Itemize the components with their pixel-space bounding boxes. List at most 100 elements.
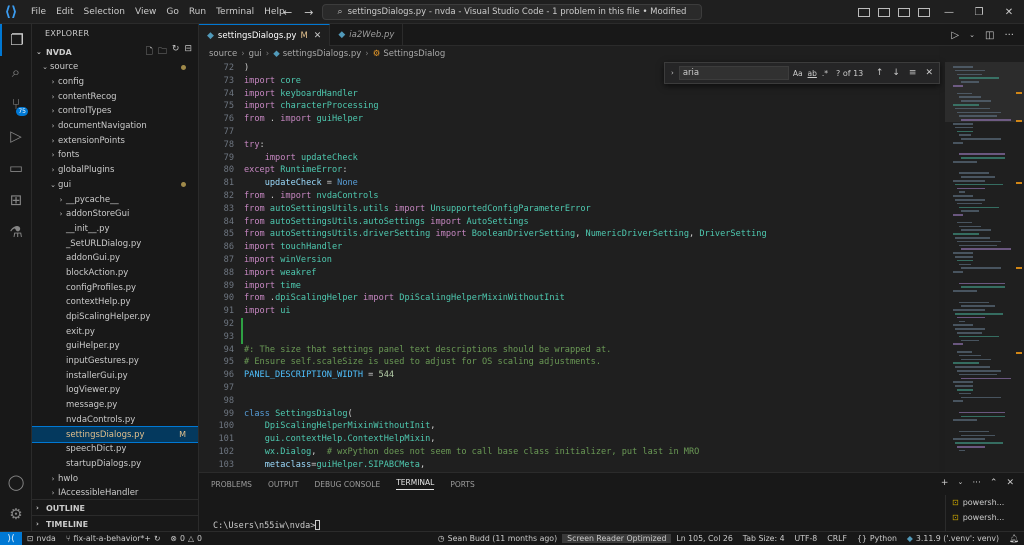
tree-item[interactable]: exit.py bbox=[32, 324, 198, 339]
status-blame[interactable]: ◷ Sean Budd (11 months ago) bbox=[433, 534, 562, 543]
run-debug-icon[interactable]: ▷ bbox=[0, 120, 32, 152]
maximize-panel-icon[interactable]: ⌃ bbox=[990, 478, 998, 488]
status-eol[interactable]: CRLF bbox=[822, 534, 852, 543]
refresh-icon[interactable]: ↻ bbox=[172, 44, 180, 60]
extensions-icon[interactable]: ⊞ bbox=[0, 184, 32, 216]
menu-terminal[interactable]: Terminal bbox=[211, 0, 259, 24]
tab-ports[interactable]: PORTS bbox=[450, 480, 474, 489]
tree-item[interactable]: › globalPlugins bbox=[32, 163, 198, 178]
collapse-all-icon[interactable]: ⊟ bbox=[184, 44, 192, 60]
more-actions-icon[interactable]: ··· bbox=[972, 478, 981, 488]
editor-scrollbar[interactable] bbox=[1016, 62, 1024, 472]
find-in-selection-icon[interactable]: ≡ bbox=[909, 68, 917, 78]
timeline-section[interactable]: › TIMELINE bbox=[32, 516, 198, 531]
toggle-replace-icon[interactable]: › bbox=[671, 69, 674, 77]
tab-output[interactable]: OUTPUT bbox=[268, 480, 299, 489]
tree-item[interactable]: › controlTypes bbox=[32, 104, 198, 119]
menu-view[interactable]: View bbox=[130, 0, 161, 24]
breadcrumb-gui[interactable]: gui bbox=[249, 49, 262, 59]
new-terminal-icon[interactable]: + bbox=[941, 478, 949, 488]
tree-item[interactable]: contextHelp.py bbox=[32, 295, 198, 310]
manage-gear-icon[interactable]: ⚙ bbox=[0, 498, 32, 530]
close-find-icon[interactable]: ✕ bbox=[925, 68, 933, 78]
forward-arrow-icon[interactable]: → bbox=[304, 6, 313, 19]
tree-item[interactable]: startupDialogs.py bbox=[32, 457, 198, 472]
tree-item[interactable]: _SetURLDialog.py bbox=[32, 236, 198, 251]
remote-indicator-icon[interactable]: ⟩⟨ bbox=[0, 531, 22, 545]
toggle-panel-icon[interactable] bbox=[878, 7, 890, 17]
status-encoding[interactable]: UTF-8 bbox=[790, 534, 823, 543]
chevron-down-icon[interactable]: ⌄ bbox=[957, 478, 963, 488]
code-editor[interactable]: 72) 73 import core 74 import keyboardHandler… bbox=[199, 62, 939, 472]
tree-item[interactable]: speechDict.py bbox=[32, 442, 198, 457]
tree-item[interactable]: __init__.py bbox=[32, 222, 198, 237]
next-match-icon[interactable]: ↓ bbox=[892, 68, 900, 78]
tree-item[interactable]: › documentNavigation bbox=[32, 119, 198, 134]
toggle-secondary-sidebar-icon[interactable] bbox=[898, 7, 910, 17]
menu-edit[interactable]: Edit bbox=[51, 0, 78, 24]
toggle-primary-sidebar-icon[interactable] bbox=[858, 7, 870, 17]
close-window-button[interactable]: ✕ bbox=[994, 0, 1024, 24]
tree-item[interactable]: › extensionPoints bbox=[32, 133, 198, 148]
tree-item[interactable]: settingsDialogs.py M bbox=[32, 426, 198, 443]
status-branch[interactable]: ⊡ nvda bbox=[22, 534, 61, 543]
tab-settings-dialogs[interactable]: ◆ settingsDialogs.py M ✕ bbox=[199, 24, 331, 46]
tree-item[interactable]: nvdaControls.py bbox=[32, 413, 198, 428]
tab-debug-console[interactable]: DEBUG CONSOLE bbox=[315, 480, 381, 489]
remote-explorer-icon[interactable]: ▭ bbox=[0, 152, 32, 184]
previous-match-icon[interactable]: ↑ bbox=[876, 68, 884, 78]
menu-go[interactable]: Go bbox=[161, 0, 183, 24]
tree-item[interactable]: message.py bbox=[32, 398, 198, 413]
terminal-output[interactable]: C:\Users\n55iw\nvda> bbox=[213, 520, 321, 531]
tree-item[interactable]: ⌄ gui bbox=[32, 178, 198, 193]
status-problems[interactable]: ⊗ 0 △ 0 bbox=[165, 534, 206, 543]
tree-item[interactable]: configProfiles.py bbox=[32, 280, 198, 295]
tree-item[interactable]: › fonts bbox=[32, 148, 198, 163]
close-tab-icon[interactable]: ✕ bbox=[314, 31, 322, 41]
status-language[interactable]: {} Python bbox=[852, 534, 902, 543]
menu-run[interactable]: Run bbox=[184, 0, 211, 24]
workspace-root[interactable]: ⌄ NVDA 🗋 🗀 ↻ ⊟ bbox=[32, 44, 198, 60]
tree-item[interactable]: installerGui.py bbox=[32, 368, 198, 383]
tree-item[interactable]: › addonStoreGui bbox=[32, 207, 198, 222]
back-arrow-icon[interactable]: ← bbox=[283, 6, 292, 19]
tree-item[interactable]: inputGestures.py bbox=[32, 354, 198, 369]
more-actions-icon[interactable]: ··· bbox=[1004, 30, 1014, 41]
status-sync[interactable]: ⑂ fix-alt-a-behavior*+ ↻ bbox=[61, 534, 166, 543]
breadcrumb-file[interactable]: settingsDialogs.py bbox=[283, 49, 362, 59]
tree-item[interactable]: › config bbox=[32, 75, 198, 90]
find-input[interactable]: aria bbox=[678, 66, 789, 80]
new-folder-icon[interactable]: 🗀 bbox=[158, 44, 167, 60]
tab-terminal[interactable]: TERMINAL bbox=[396, 478, 435, 490]
tree-item[interactable]: › contentRecog bbox=[32, 89, 198, 104]
status-position[interactable]: Ln 105, Col 26 bbox=[671, 534, 737, 543]
tree-item[interactable]: addonGui.py bbox=[32, 251, 198, 266]
customize-layout-icon[interactable] bbox=[918, 7, 930, 17]
search-view-icon[interactable]: ⌕ bbox=[0, 56, 32, 88]
tree-item[interactable]: logViewer.py bbox=[32, 383, 198, 398]
testing-icon[interactable]: ⚗ bbox=[0, 216, 32, 248]
tree-item[interactable]: › hwIo bbox=[32, 471, 198, 486]
breadcrumb-symbol[interactable]: SettingsDialog bbox=[383, 49, 445, 59]
tab-problems[interactable]: PROBLEMS bbox=[211, 480, 252, 489]
tree-item[interactable]: blockAction.py bbox=[32, 266, 198, 281]
tab-ia2web[interactable]: ◆ ia2Web.py bbox=[330, 24, 404, 46]
status-tab-size[interactable]: Tab Size: 4 bbox=[738, 534, 790, 543]
minimize-button[interactable]: — bbox=[934, 0, 964, 24]
menu-selection[interactable]: Selection bbox=[79, 0, 130, 24]
tree-item[interactable]: ⌄ source bbox=[32, 60, 198, 75]
status-screen-reader[interactable]: Screen Reader Optimized bbox=[562, 534, 672, 543]
terminal-instance[interactable]: ⊡ powersh... bbox=[946, 495, 1024, 510]
status-notifications[interactable]: 🔔︎ bbox=[1004, 534, 1024, 543]
accounts-icon[interactable]: ◯ bbox=[0, 466, 32, 498]
menu-file[interactable]: File bbox=[26, 0, 51, 24]
chevron-down-icon[interactable]: ⌄ bbox=[969, 31, 975, 39]
match-case-toggle[interactable]: Aa bbox=[793, 69, 803, 78]
match-whole-word-toggle[interactable]: ab bbox=[808, 69, 817, 78]
breadcrumb-source[interactable]: source bbox=[209, 49, 237, 59]
tree-item[interactable]: guiHelper.py bbox=[32, 339, 198, 354]
run-python-icon[interactable]: ▷ bbox=[951, 30, 959, 41]
status-interpreter[interactable]: ◆ 3.11.9 ('.venv': venv) bbox=[902, 534, 1004, 543]
maximize-button[interactable]: ❐ bbox=[964, 0, 994, 24]
tree-item[interactable]: › __pycache__ bbox=[32, 192, 198, 207]
